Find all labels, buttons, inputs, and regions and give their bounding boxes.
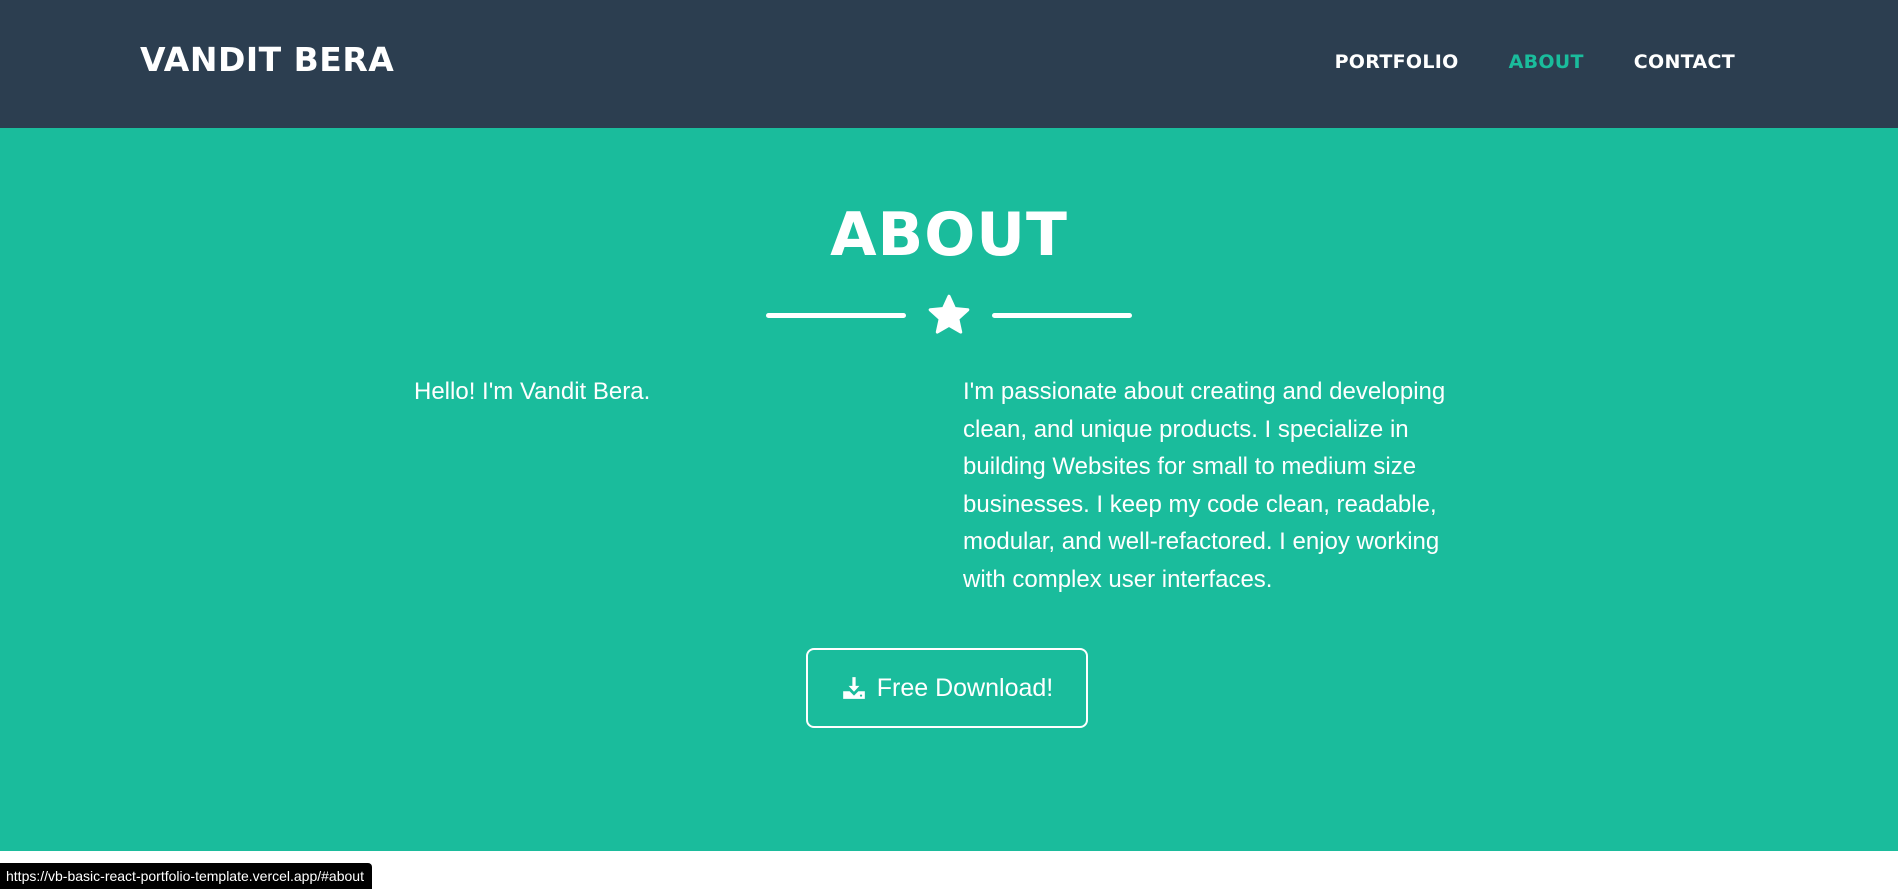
about-section: ABOUT Hello! I'm Vandit Bera. I'm passio… — [0, 128, 1898, 851]
status-bar-url: https://vb-basic-react-portfolio-templat… — [0, 863, 372, 889]
about-intro-text: Hello! I'm Vandit Bera. — [414, 378, 651, 405]
nav-link-about[interactable]: ABOUT — [1509, 51, 1584, 73]
divider-line-right — [992, 313, 1132, 318]
download-button-label: Free Download! — [876, 673, 1054, 702]
brand-logo[interactable]: VANDIT BERA — [140, 40, 394, 79]
about-description-text: I'm passionate about creating and develo… — [963, 378, 1446, 593]
download-icon — [842, 677, 865, 699]
nav-link-contact[interactable]: CONTACT — [1634, 51, 1735, 73]
navbar: VANDIT BERA PORTFOLIO ABOUT CONTACT — [0, 0, 1898, 128]
section-divider — [766, 292, 1132, 338]
nav-link-portfolio[interactable]: PORTFOLIO — [1335, 51, 1459, 73]
scrollbar-track[interactable] — [1898, 0, 1902, 889]
divider-line-left — [766, 313, 906, 318]
free-download-button[interactable]: Free Download! — [806, 648, 1088, 728]
nav-links: PORTFOLIO ABOUT CONTACT — [1335, 51, 1735, 73]
star-icon — [928, 294, 970, 334]
page: VANDIT BERA PORTFOLIO ABOUT CONTACT ABOU… — [0, 0, 1902, 889]
about-title: ABOUT — [830, 200, 1068, 270]
